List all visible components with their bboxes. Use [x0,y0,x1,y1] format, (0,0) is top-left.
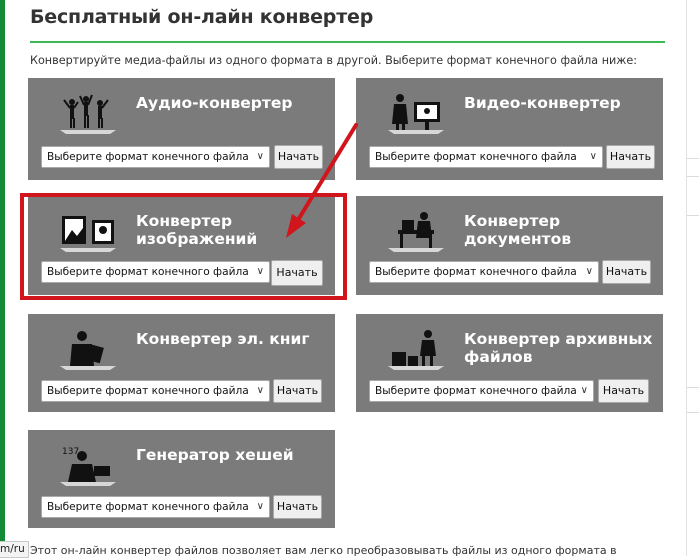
status-url: m/ru [0,541,29,558]
description-text: Этот он-лайн конвертер файлов позволяет … [30,544,617,557]
red-arrow-icon [286,123,358,238]
